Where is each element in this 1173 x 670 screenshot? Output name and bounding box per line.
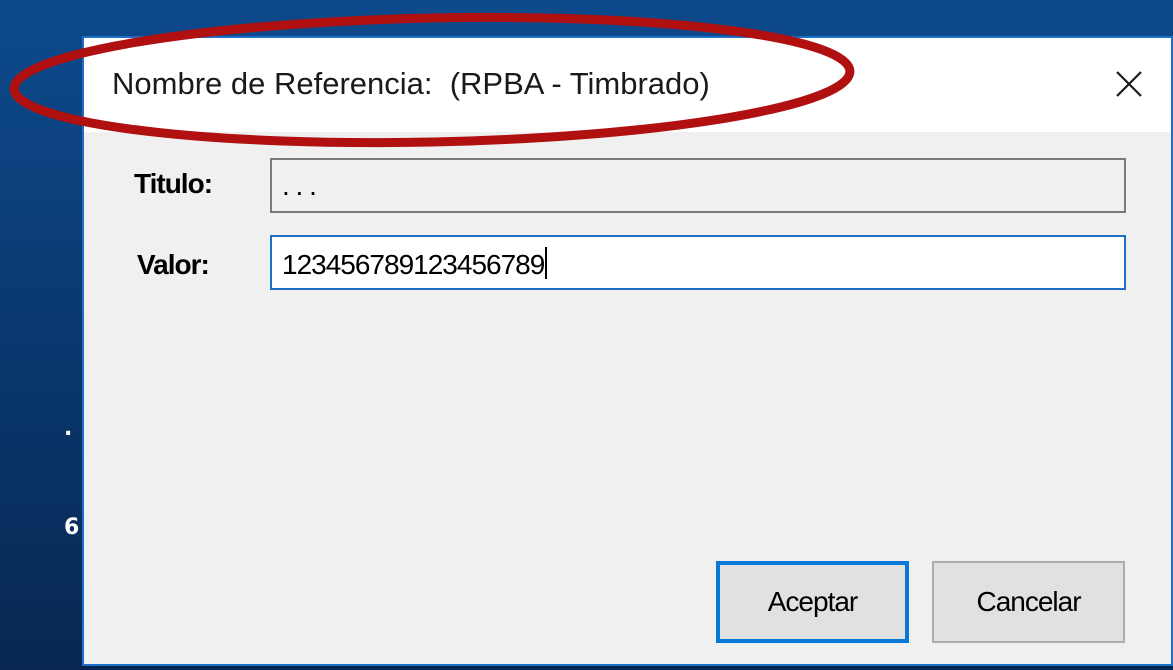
background-fragment-dot: . bbox=[64, 416, 73, 441]
valor-field-value: 123456789123456789 bbox=[282, 249, 545, 280]
aceptar-button[interactable]: Aceptar bbox=[716, 561, 909, 643]
titulo-field[interactable]: . . . bbox=[270, 158, 1126, 213]
background-fragment-text: 6 bbox=[64, 517, 80, 539]
close-icon bbox=[1116, 71, 1142, 97]
valor-field[interactable]: 123456789123456789 bbox=[270, 235, 1126, 290]
valor-field-content: 123456789123456789 bbox=[282, 247, 548, 281]
valor-label: Valor: bbox=[137, 249, 210, 280]
titulo-label: Titulo: bbox=[134, 168, 213, 199]
titulo-field-value: . . . bbox=[282, 170, 317, 201]
dialog-titlebar[interactable]: Nombre de Referencia: (RPBA - Timbrado) bbox=[84, 38, 1171, 132]
reference-dialog: Nombre de Referencia: (RPBA - Timbrado) … bbox=[82, 36, 1173, 666]
dialog-title: Nombre de Referencia: (RPBA - Timbrado) bbox=[112, 66, 710, 101]
cancelar-button[interactable]: Cancelar bbox=[932, 561, 1125, 643]
close-button[interactable] bbox=[1105, 60, 1153, 108]
text-caret bbox=[545, 247, 548, 279]
